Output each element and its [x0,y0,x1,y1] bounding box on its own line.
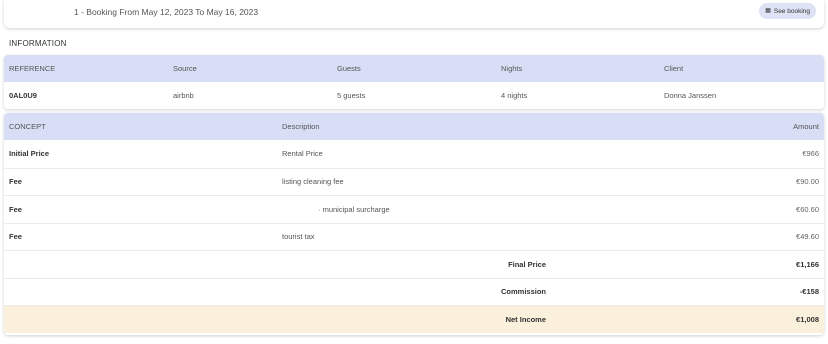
description-cell: · municipal surcharge [318,204,390,214]
table-row: Fee tourist tax €49.60 [4,222,824,250]
final-price-label: Final Price [508,259,546,269]
column-header-guests: Guests [337,64,361,73]
description-cell: tourist tax [282,232,315,242]
information-section-label: INFORMATION [9,39,67,48]
net-income-label: Net Income [505,314,546,324]
final-price-row: Final Price €1,166 [4,250,824,278]
information-table: REFERENCE Source Guests Nights Client 0A… [4,55,824,109]
column-header-description: Description [282,122,320,131]
table-row: Fee · municipal surcharge €60.60 [4,195,824,223]
nights-value: 4 nights [501,91,528,100]
description-cell: listing cleaning fee [282,177,344,187]
net-income-row: Net Income €1,008 [4,305,824,333]
amount-cell: €49.60 [796,232,819,242]
commission-label: Commission [500,287,546,297]
commission-row: Commission -€158 [4,277,824,305]
amount-cell: €60.60 [796,204,819,214]
calendar-icon: ▦ [765,8,771,14]
pricing-header-row: CONCEPT Description Amount [4,113,824,140]
amount-cell: €966 [802,149,819,159]
booking-title: 1 - Booking From May 12, 2023 To May 16,… [74,7,259,17]
column-header-concept: CONCEPT [9,122,46,131]
table-row: Fee listing cleaning fee €90.00 [4,167,824,195]
reference-value: 0AL0U9 [9,91,37,100]
column-header-source: Source [173,64,197,73]
final-price-amount: €1,166 [796,259,819,269]
column-header-nights: Nights [501,64,523,73]
guests-value: 5 guests [337,91,366,100]
description-cell: Rental Price [282,149,323,159]
concept-cell: Fee [9,177,22,187]
commission-amount: -€158 [799,287,819,297]
amount-cell: €90.00 [796,177,819,187]
column-header-reference: REFERENCE [9,64,56,73]
table-row: Initial Price Rental Price €966 [4,140,824,168]
see-booking-button[interactable]: ▦ See booking [759,3,816,19]
information-row: 0AL0U9 airbnb 5 guests 4 nights Donna Ja… [4,82,824,109]
column-header-amount: Amount [793,122,819,131]
concept-cell: Fee [9,232,22,242]
net-income-amount: €1,008 [796,314,819,324]
concept-cell: Initial Price [9,149,50,159]
client-value: Donna Janssen [664,91,717,100]
information-header-row: REFERENCE Source Guests Nights Client [4,55,824,82]
pricing-table: CONCEPT Description Amount Initial Price… [4,113,824,335]
column-header-client: Client [664,64,684,73]
source-value: airbnb [173,91,194,100]
see-booking-label: See booking [773,7,810,15]
booking-header: 1 - Booking From May 12, 2023 To May 16,… [4,0,824,28]
concept-cell: Fee [9,204,22,214]
